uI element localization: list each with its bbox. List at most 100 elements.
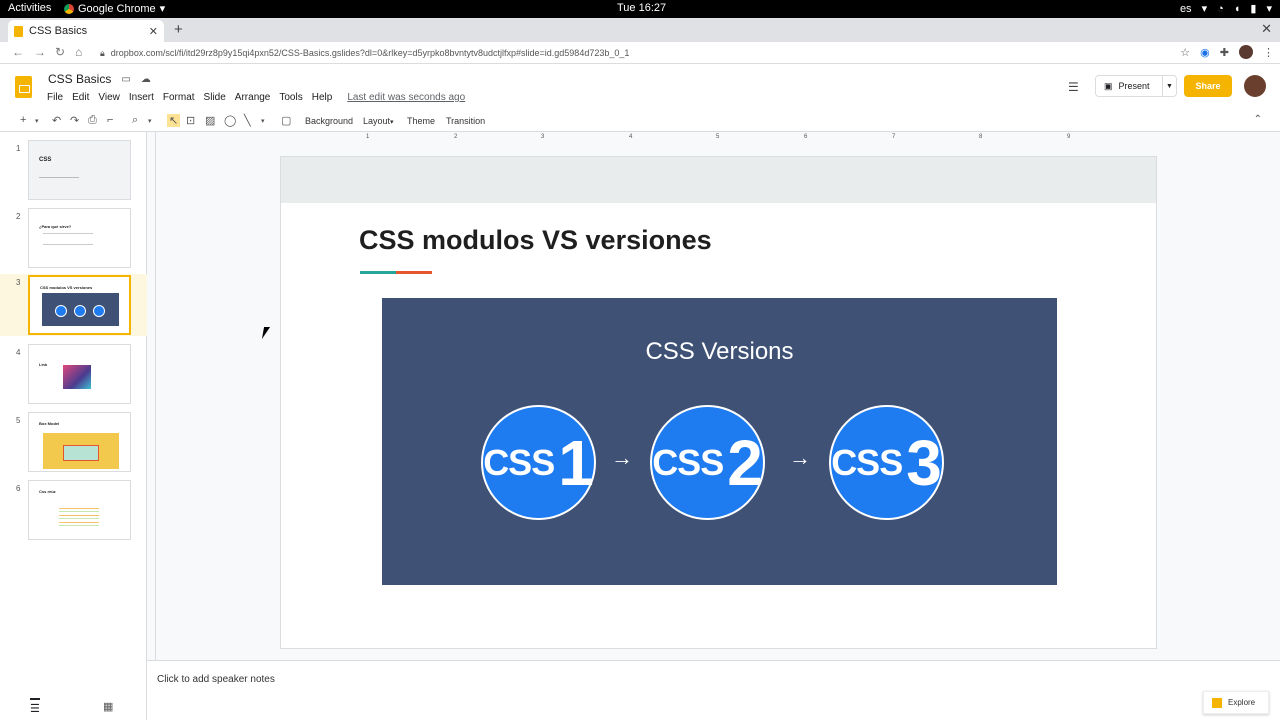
present-dropdown-icon[interactable]: ▼ [1162, 76, 1176, 96]
speaker-notes[interactable]: Click to add speaker notes [147, 660, 1280, 720]
reload-icon[interactable]: ↻ [55, 45, 65, 59]
theme-button[interactable]: Theme [407, 116, 435, 126]
ruler-tick: 1 [366, 134, 370, 140]
new-slide-icon[interactable]: + [20, 114, 26, 126]
slide-number: 4 [16, 348, 21, 357]
image-icon[interactable]: ▨ [205, 114, 215, 127]
menu-format[interactable]: Format [163, 92, 195, 103]
slides-logo-icon[interactable] [15, 76, 32, 98]
arrow-right-icon: → [611, 445, 633, 470]
text-box-icon[interactable]: ⊡ [186, 114, 195, 127]
current-slide[interactable]: CSS modulos VS versiones CSS Versions CS… [280, 156, 1157, 649]
close-tab-icon[interactable]: ✕ [149, 25, 158, 38]
transition-button[interactable]: Transition [446, 116, 485, 126]
chevron-down-icon[interactable]: ▾ [261, 117, 265, 125]
new-tab-button[interactable]: + [174, 21, 183, 38]
system-tray[interactable]: es ▾ ◔ ◖ ▮ ▾ [1180, 2, 1272, 16]
last-edit-link[interactable]: Last edit was seconds ago [347, 92, 465, 103]
app-header: CSS Basics ▭ ☁ File Edit View Insert For… [0, 64, 1280, 110]
menu-insert[interactable]: Insert [129, 92, 154, 103]
slide-thumbnail[interactable]: 1 CSS [0, 140, 147, 204]
share-button[interactable]: Share [1184, 75, 1232, 97]
css2-badge: CSS 2 [650, 405, 765, 520]
slide-title[interactable]: CSS modulos VS versiones [359, 225, 712, 256]
slide-number: 6 [16, 484, 21, 493]
profile-avatar[interactable] [1239, 45, 1253, 59]
horizontal-ruler: 1 2 3 4 5 6 7 8 9 [280, 134, 1158, 143]
ruler-tick: 2 [454, 134, 458, 140]
arrow-right-icon: → [789, 445, 811, 470]
slide-thumbnail[interactable]: 5 Box Model [0, 412, 147, 476]
document-title-row: CSS Basics ▭ ☁ [48, 72, 151, 86]
css-versions-image[interactable]: CSS Versions CSS 1 → CSS 2 → CSS 3 [382, 298, 1057, 585]
slide-number: 1 [16, 144, 21, 153]
layout-button[interactable]: Layout▾ [363, 116, 394, 126]
document-title[interactable]: CSS Basics [48, 72, 111, 86]
language-indicator[interactable]: es [1180, 3, 1192, 15]
menu-help[interactable]: Help [312, 92, 333, 103]
comment-add-icon[interactable]: ▢ [281, 114, 291, 127]
menu-file[interactable]: File [47, 92, 63, 103]
bookmark-star-icon[interactable]: ☆ [1180, 46, 1190, 59]
ruler-tick: 4 [629, 134, 633, 140]
zoom-icon[interactable]: ⌕ [132, 114, 138, 127]
comments-icon[interactable]: ☰ [1068, 80, 1079, 94]
slide-number: 5 [16, 416, 21, 425]
badge-number: 2 [727, 426, 763, 499]
activities-button[interactable]: Activities [8, 2, 51, 14]
app-menu[interactable]: Google Chrome ▾ [64, 2, 165, 15]
shape-icon[interactable]: ◯ [224, 114, 236, 127]
explore-button[interactable]: Explore [1203, 691, 1269, 714]
thumb-image [63, 365, 91, 389]
menu-tools[interactable]: Tools [279, 92, 302, 103]
ruler-tick: 5 [716, 134, 720, 140]
image-heading: CSS Versions [645, 338, 794, 365]
menu-view[interactable]: View [98, 92, 120, 103]
menu-kebab-icon[interactable]: ⋮ [1263, 46, 1274, 59]
chevron-down-icon: ▾ [1266, 3, 1272, 15]
window-close-icon[interactable]: ✕ [1261, 21, 1272, 37]
filmstrip-view-icon[interactable]: ☰ [30, 698, 40, 715]
browser-tab[interactable]: CSS Basics ✕ [8, 20, 164, 42]
line-icon[interactable]: ╲ [244, 114, 251, 127]
menu-bar: File Edit View Insert Format Slide Arran… [47, 92, 465, 103]
present-button[interactable]: ▣ Present ▼ [1095, 75, 1177, 97]
menu-edit[interactable]: Edit [72, 92, 89, 103]
present-icon: ▣ [1104, 80, 1113, 91]
chevron-down-icon[interactable]: ▾ [35, 117, 39, 125]
tab-strip: CSS Basics ✕ + ✕ [0, 18, 1280, 42]
collapse-toolbar-icon[interactable]: ⌃ [1254, 114, 1262, 125]
print-icon[interactable]: ⎙ [88, 114, 97, 127]
paint-format-icon[interactable]: ⌐ [107, 114, 113, 126]
thumb-title: Box Model [39, 421, 60, 426]
move-folder-icon[interactable]: ▭ [121, 74, 130, 85]
present-label: Present [1118, 81, 1150, 91]
menu-slide[interactable]: Slide [204, 92, 226, 103]
slide-thumbnail[interactable]: 6 Css reúz [0, 480, 147, 544]
grid-view-icon[interactable]: ▦ [103, 700, 113, 713]
url-field[interactable]: 🔒︎ dropbox.com/scl/fi/itd29rz8p9y15qi4px… [100, 44, 1160, 62]
slide-thumbnail[interactable]: 2 ¿Para qué sirve? [0, 208, 147, 272]
user-avatar[interactable] [1244, 75, 1266, 97]
slide-number: 2 [16, 212, 21, 221]
home-icon[interactable]: ⌂ [75, 45, 82, 59]
back-icon[interactable]: ← [12, 45, 24, 59]
slide-thumbnail-selected[interactable]: 3 CSS modulos VS versiones [0, 274, 147, 336]
clock[interactable]: Tue 16:27 [617, 2, 666, 14]
undo-icon[interactable]: ↶ [52, 114, 61, 127]
view-switcher: ☰ ▦ [0, 692, 147, 720]
select-cursor-icon[interactable]: ↖ [167, 114, 181, 127]
menu-arrange[interactable]: Arrange [235, 92, 271, 103]
ruler-tick: 6 [804, 134, 808, 140]
puzzle-icon[interactable]: ✚ [1220, 46, 1229, 59]
thumb-title: CSS modulos VS versiones [40, 285, 93, 290]
chevron-down-icon[interactable]: ▾ [148, 117, 152, 125]
thumb-title: Link [39, 362, 48, 367]
forward-icon[interactable]: → [34, 45, 46, 59]
slide-thumbnail[interactable]: 4 Link [0, 344, 147, 408]
explore-label: Explore [1228, 698, 1256, 707]
extension-icon[interactable]: ◉ [1200, 46, 1210, 59]
redo-icon[interactable]: ↷ [70, 114, 79, 127]
background-button[interactable]: Background [305, 116, 353, 126]
cloud-status-icon[interactable]: ☁ [141, 74, 151, 85]
